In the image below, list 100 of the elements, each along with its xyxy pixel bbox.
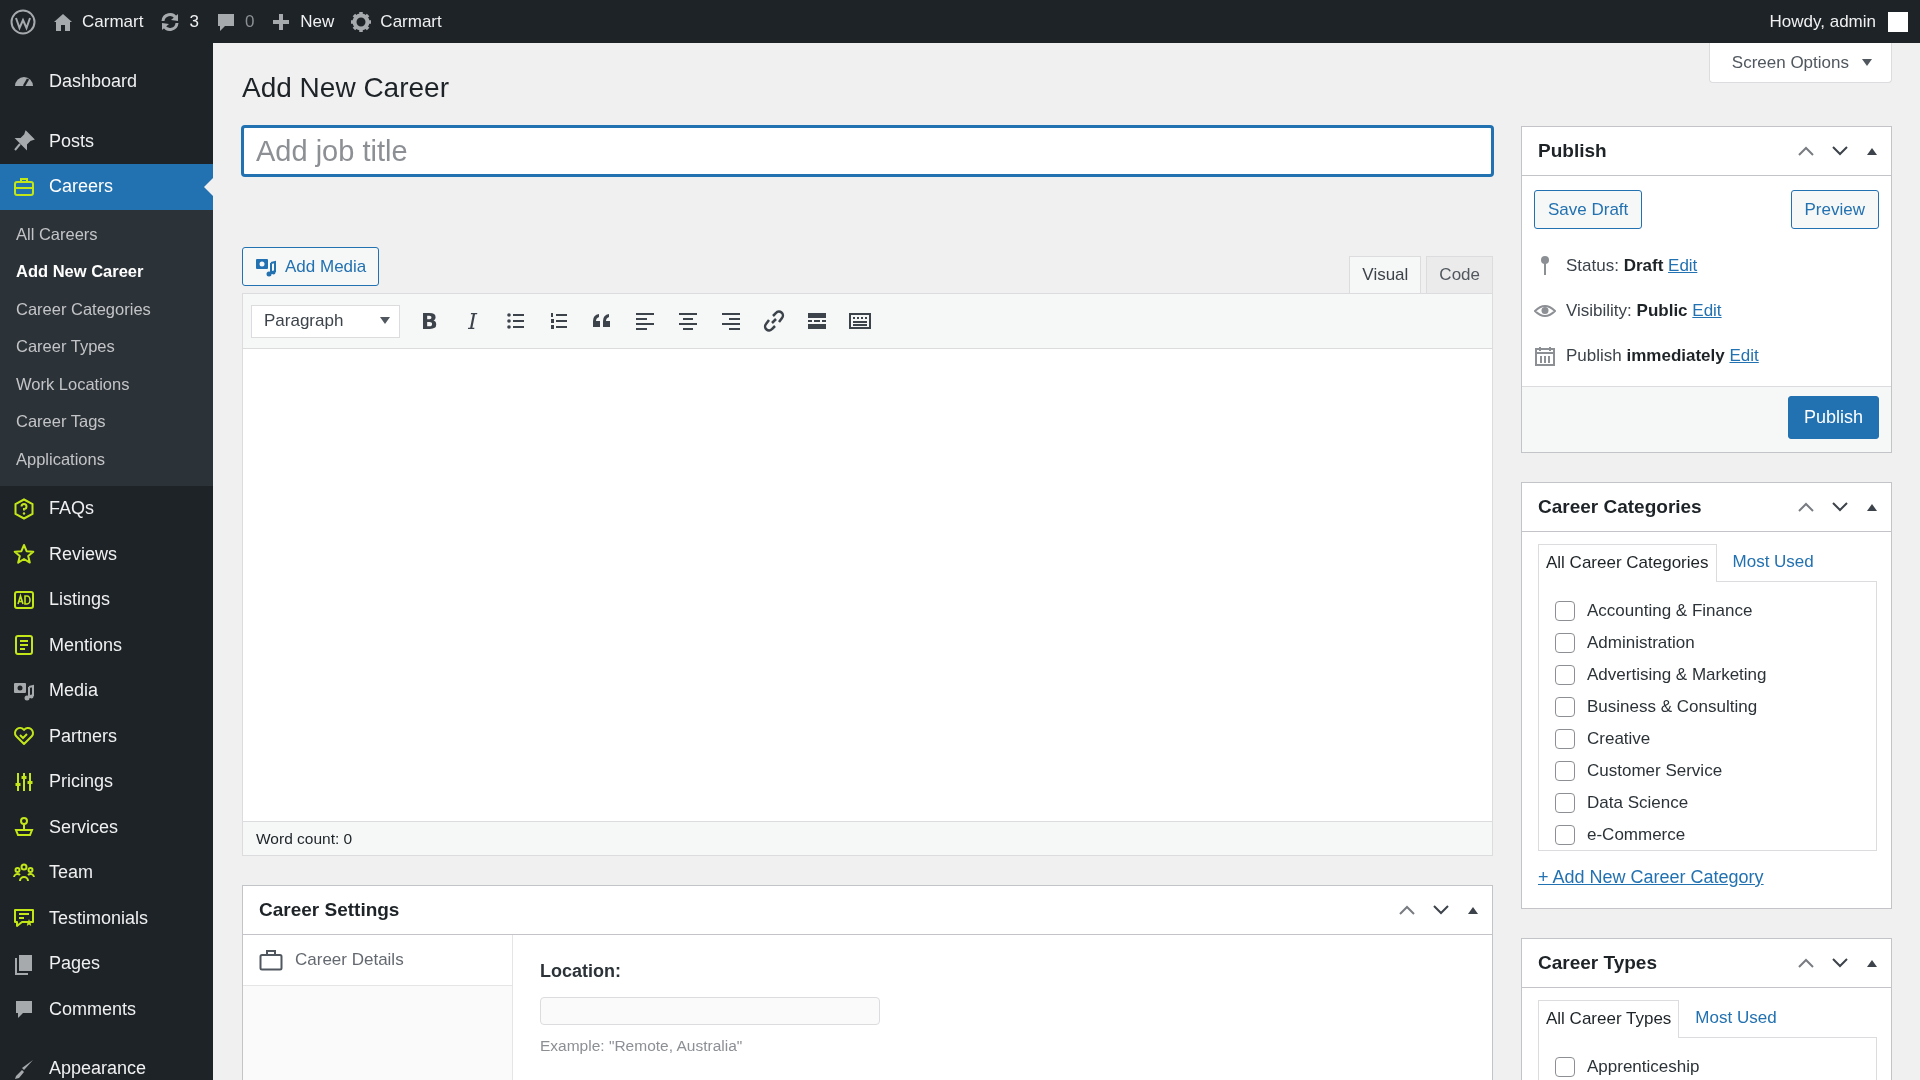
joystick-icon bbox=[13, 816, 35, 839]
chat-star-icon bbox=[13, 907, 35, 930]
sidebar-item[interactable]: Testimonials bbox=[0, 895, 213, 941]
panel-tab[interactable]: All Career Types bbox=[1538, 1000, 1680, 1038]
edit-link[interactable]: Edit bbox=[1668, 255, 1698, 275]
checkbox-label: Data Science bbox=[1587, 793, 1689, 813]
submenu-item[interactable]: Work Locations bbox=[0, 365, 213, 403]
edit-link[interactable]: Edit bbox=[1692, 300, 1722, 320]
word-count: Word count: 0 bbox=[256, 829, 353, 848]
toolbar-link[interactable]: New bbox=[270, 10, 335, 33]
submenu-item[interactable]: Career Types bbox=[0, 328, 213, 366]
sidebar-item[interactable]: Posts bbox=[0, 118, 213, 164]
sidebar-item[interactable]: FAQs bbox=[0, 486, 213, 532]
sidebar-item[interactable]: Comments bbox=[0, 986, 213, 1032]
sidebar-item[interactable]: Team bbox=[0, 850, 213, 896]
calendar-icon bbox=[1534, 344, 1556, 367]
publish-setting: Status: Draft Edit bbox=[1566, 255, 1698, 276]
pin-icon bbox=[13, 130, 35, 153]
checkbox[interactable] bbox=[1555, 697, 1575, 717]
checkbox-label: Customer Service bbox=[1587, 761, 1723, 781]
briefcase-icon bbox=[13, 175, 35, 198]
checkbox-label: Creative bbox=[1587, 729, 1651, 749]
toolbar-link[interactable]: 0 bbox=[214, 10, 255, 33]
editor-tab[interactable]: Visual bbox=[1349, 256, 1422, 294]
format-select[interactable]: Paragraph bbox=[251, 304, 400, 338]
submenu-item[interactable]: All Careers bbox=[0, 215, 213, 253]
sidebar-item[interactable]: Services bbox=[0, 804, 213, 850]
sidebar-item[interactable]: Careers bbox=[0, 164, 213, 210]
box-title: Career Settings bbox=[259, 899, 400, 921]
briefcase-icon bbox=[259, 949, 283, 971]
sliders-icon bbox=[13, 770, 35, 793]
bullet-list-icon[interactable] bbox=[504, 310, 527, 332]
toolbar-link[interactable]: 3 bbox=[159, 10, 199, 33]
editor-tab[interactable]: Code bbox=[1426, 256, 1493, 294]
sidebar-item[interactable]: Reviews bbox=[0, 531, 213, 577]
publish-button[interactable]: Publish bbox=[1787, 396, 1879, 439]
submenu-item[interactable]: Career Categories bbox=[0, 290, 213, 328]
checkbox[interactable] bbox=[1555, 729, 1575, 749]
box-title: Career Categories bbox=[1538, 496, 1702, 518]
screen-options-button[interactable]: Screen Options bbox=[1708, 43, 1892, 83]
field-label: Location: bbox=[540, 961, 621, 982]
edit-link[interactable]: Edit bbox=[1729, 345, 1759, 365]
star-icon bbox=[13, 543, 35, 566]
page-title: Add New Career bbox=[242, 72, 449, 104]
align-left-icon[interactable] bbox=[633, 310, 656, 332]
save-draft-button[interactable]: Save Draft bbox=[1534, 190, 1643, 229]
checkbox[interactable] bbox=[1555, 761, 1575, 781]
circle-logo-icon bbox=[10, 8, 36, 35]
keyboard-icon[interactable] bbox=[848, 310, 871, 332]
sidebar-item[interactable]: Dashboard bbox=[0, 59, 213, 105]
sidebar-item[interactable]: Media bbox=[0, 668, 213, 714]
field-hint: Example: "Remote, Australia" bbox=[540, 1037, 743, 1055]
toolbar-link[interactable]: Carmart bbox=[350, 10, 442, 33]
sidebar-item[interactable]: Mentions bbox=[0, 622, 213, 668]
checkbox-label: Apprenticeship bbox=[1587, 1057, 1700, 1077]
checkbox[interactable] bbox=[1555, 665, 1575, 685]
checkbox-label: Administration bbox=[1587, 633, 1695, 653]
read-more-icon[interactable] bbox=[805, 310, 828, 332]
box-title: Career Types bbox=[1538, 952, 1657, 974]
publish-setting: Publish immediately Edit bbox=[1566, 345, 1759, 366]
sidebar-item[interactable]: Listings bbox=[0, 577, 213, 623]
add-category-link[interactable]: + Add New Career Category bbox=[1538, 867, 1764, 888]
question-hexagon-icon bbox=[13, 497, 35, 520]
avatar-square bbox=[1888, 11, 1908, 32]
checkbox[interactable] bbox=[1555, 793, 1575, 813]
submenu-item[interactable]: Add New Career bbox=[0, 253, 213, 291]
link-icon[interactable] bbox=[762, 310, 785, 332]
sidebar-item[interactable]: Appearance bbox=[0, 1046, 213, 1080]
caret-icon bbox=[379, 316, 391, 326]
checkbox[interactable] bbox=[1555, 633, 1575, 653]
toolbar-link[interactable]: Carmart bbox=[52, 10, 144, 33]
align-right-icon[interactable] bbox=[719, 310, 742, 332]
settings-tab[interactable]: Career Details bbox=[243, 935, 512, 986]
panel-tab[interactable]: Most Used bbox=[1687, 999, 1785, 1037]
add-media-button[interactable]: Add Media bbox=[242, 247, 380, 286]
bold-button[interactable]: B bbox=[408, 304, 451, 338]
submenu-item[interactable]: Applications bbox=[0, 440, 213, 478]
checkbox[interactable] bbox=[1555, 1057, 1575, 1077]
sidebar-item[interactable]: Pages bbox=[0, 941, 213, 987]
pages-icon bbox=[13, 952, 35, 975]
people-icon bbox=[13, 861, 35, 884]
submenu-item[interactable]: Career Tags bbox=[0, 403, 213, 441]
title-field[interactable]: Add job title bbox=[242, 126, 1493, 176]
checkbox[interactable] bbox=[1555, 601, 1575, 621]
location-field[interactable] bbox=[540, 997, 880, 1025]
checkbox[interactable] bbox=[1555, 825, 1575, 845]
preview-button[interactable]: Preview bbox=[1790, 190, 1879, 229]
italic-button[interactable]: I bbox=[451, 304, 494, 338]
align-center-icon[interactable] bbox=[676, 310, 699, 332]
account-menu[interactable]: Howdy, admin bbox=[1769, 11, 1908, 32]
sidebar-item[interactable]: Partners bbox=[0, 713, 213, 759]
comment-icon bbox=[13, 998, 35, 1021]
panel-tab[interactable]: Most Used bbox=[1724, 543, 1822, 581]
publish-setting: Visibility: Public Edit bbox=[1566, 300, 1722, 321]
document-list-icon bbox=[13, 634, 35, 657]
checkbox-label: Accounting & Finance bbox=[1587, 601, 1753, 621]
sidebar-item[interactable]: Pricings bbox=[0, 759, 213, 805]
pin-icon bbox=[1541, 256, 1549, 275]
caret-icon bbox=[1861, 57, 1873, 68]
panel-tab[interactable]: All Career Categories bbox=[1538, 544, 1717, 582]
